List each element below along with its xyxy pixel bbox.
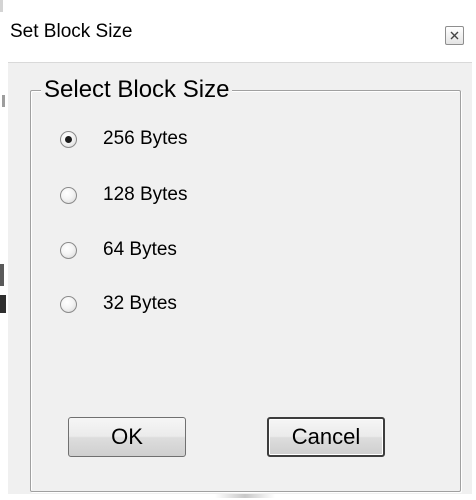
close-button[interactable] (445, 26, 464, 45)
groupbox-label: Select Block Size (41, 76, 233, 104)
radio-128-bytes[interactable]: 128 Bytes (60, 182, 188, 208)
radio-label[interactable]: 256 Bytes (103, 128, 188, 150)
radio-button[interactable] (60, 130, 77, 148)
radio-button[interactable] (60, 186, 77, 204)
radio-label[interactable]: 128 Bytes (103, 184, 188, 206)
dialog-body: Select Block Size 256 Bytes 128 Bytes 64… (8, 62, 472, 492)
radio-32-bytes[interactable]: 32 Bytes (60, 291, 177, 317)
close-icon (450, 31, 459, 40)
background-edge (0, 0, 3, 12)
window-title: Set Block Size (10, 21, 133, 42)
background-edge (0, 264, 4, 286)
radio-label[interactable]: 32 Bytes (103, 293, 177, 315)
background-edge (0, 295, 6, 313)
radio-64-bytes[interactable]: 64 Bytes (60, 237, 177, 263)
radio-label[interactable]: 64 Bytes (103, 239, 177, 261)
set-block-size-dialog: Set Block Size Select Block Size 256 Byt… (8, 0, 472, 494)
title-bar: Set Block Size (8, 0, 472, 62)
radio-button[interactable] (60, 241, 77, 259)
ok-button[interactable]: OK (68, 417, 186, 457)
background-edge (2, 95, 5, 107)
cancel-button[interactable]: Cancel (267, 417, 385, 457)
radio-button[interactable] (60, 295, 77, 313)
radio-dot (65, 135, 72, 143)
radio-256-bytes[interactable]: 256 Bytes (60, 126, 188, 152)
